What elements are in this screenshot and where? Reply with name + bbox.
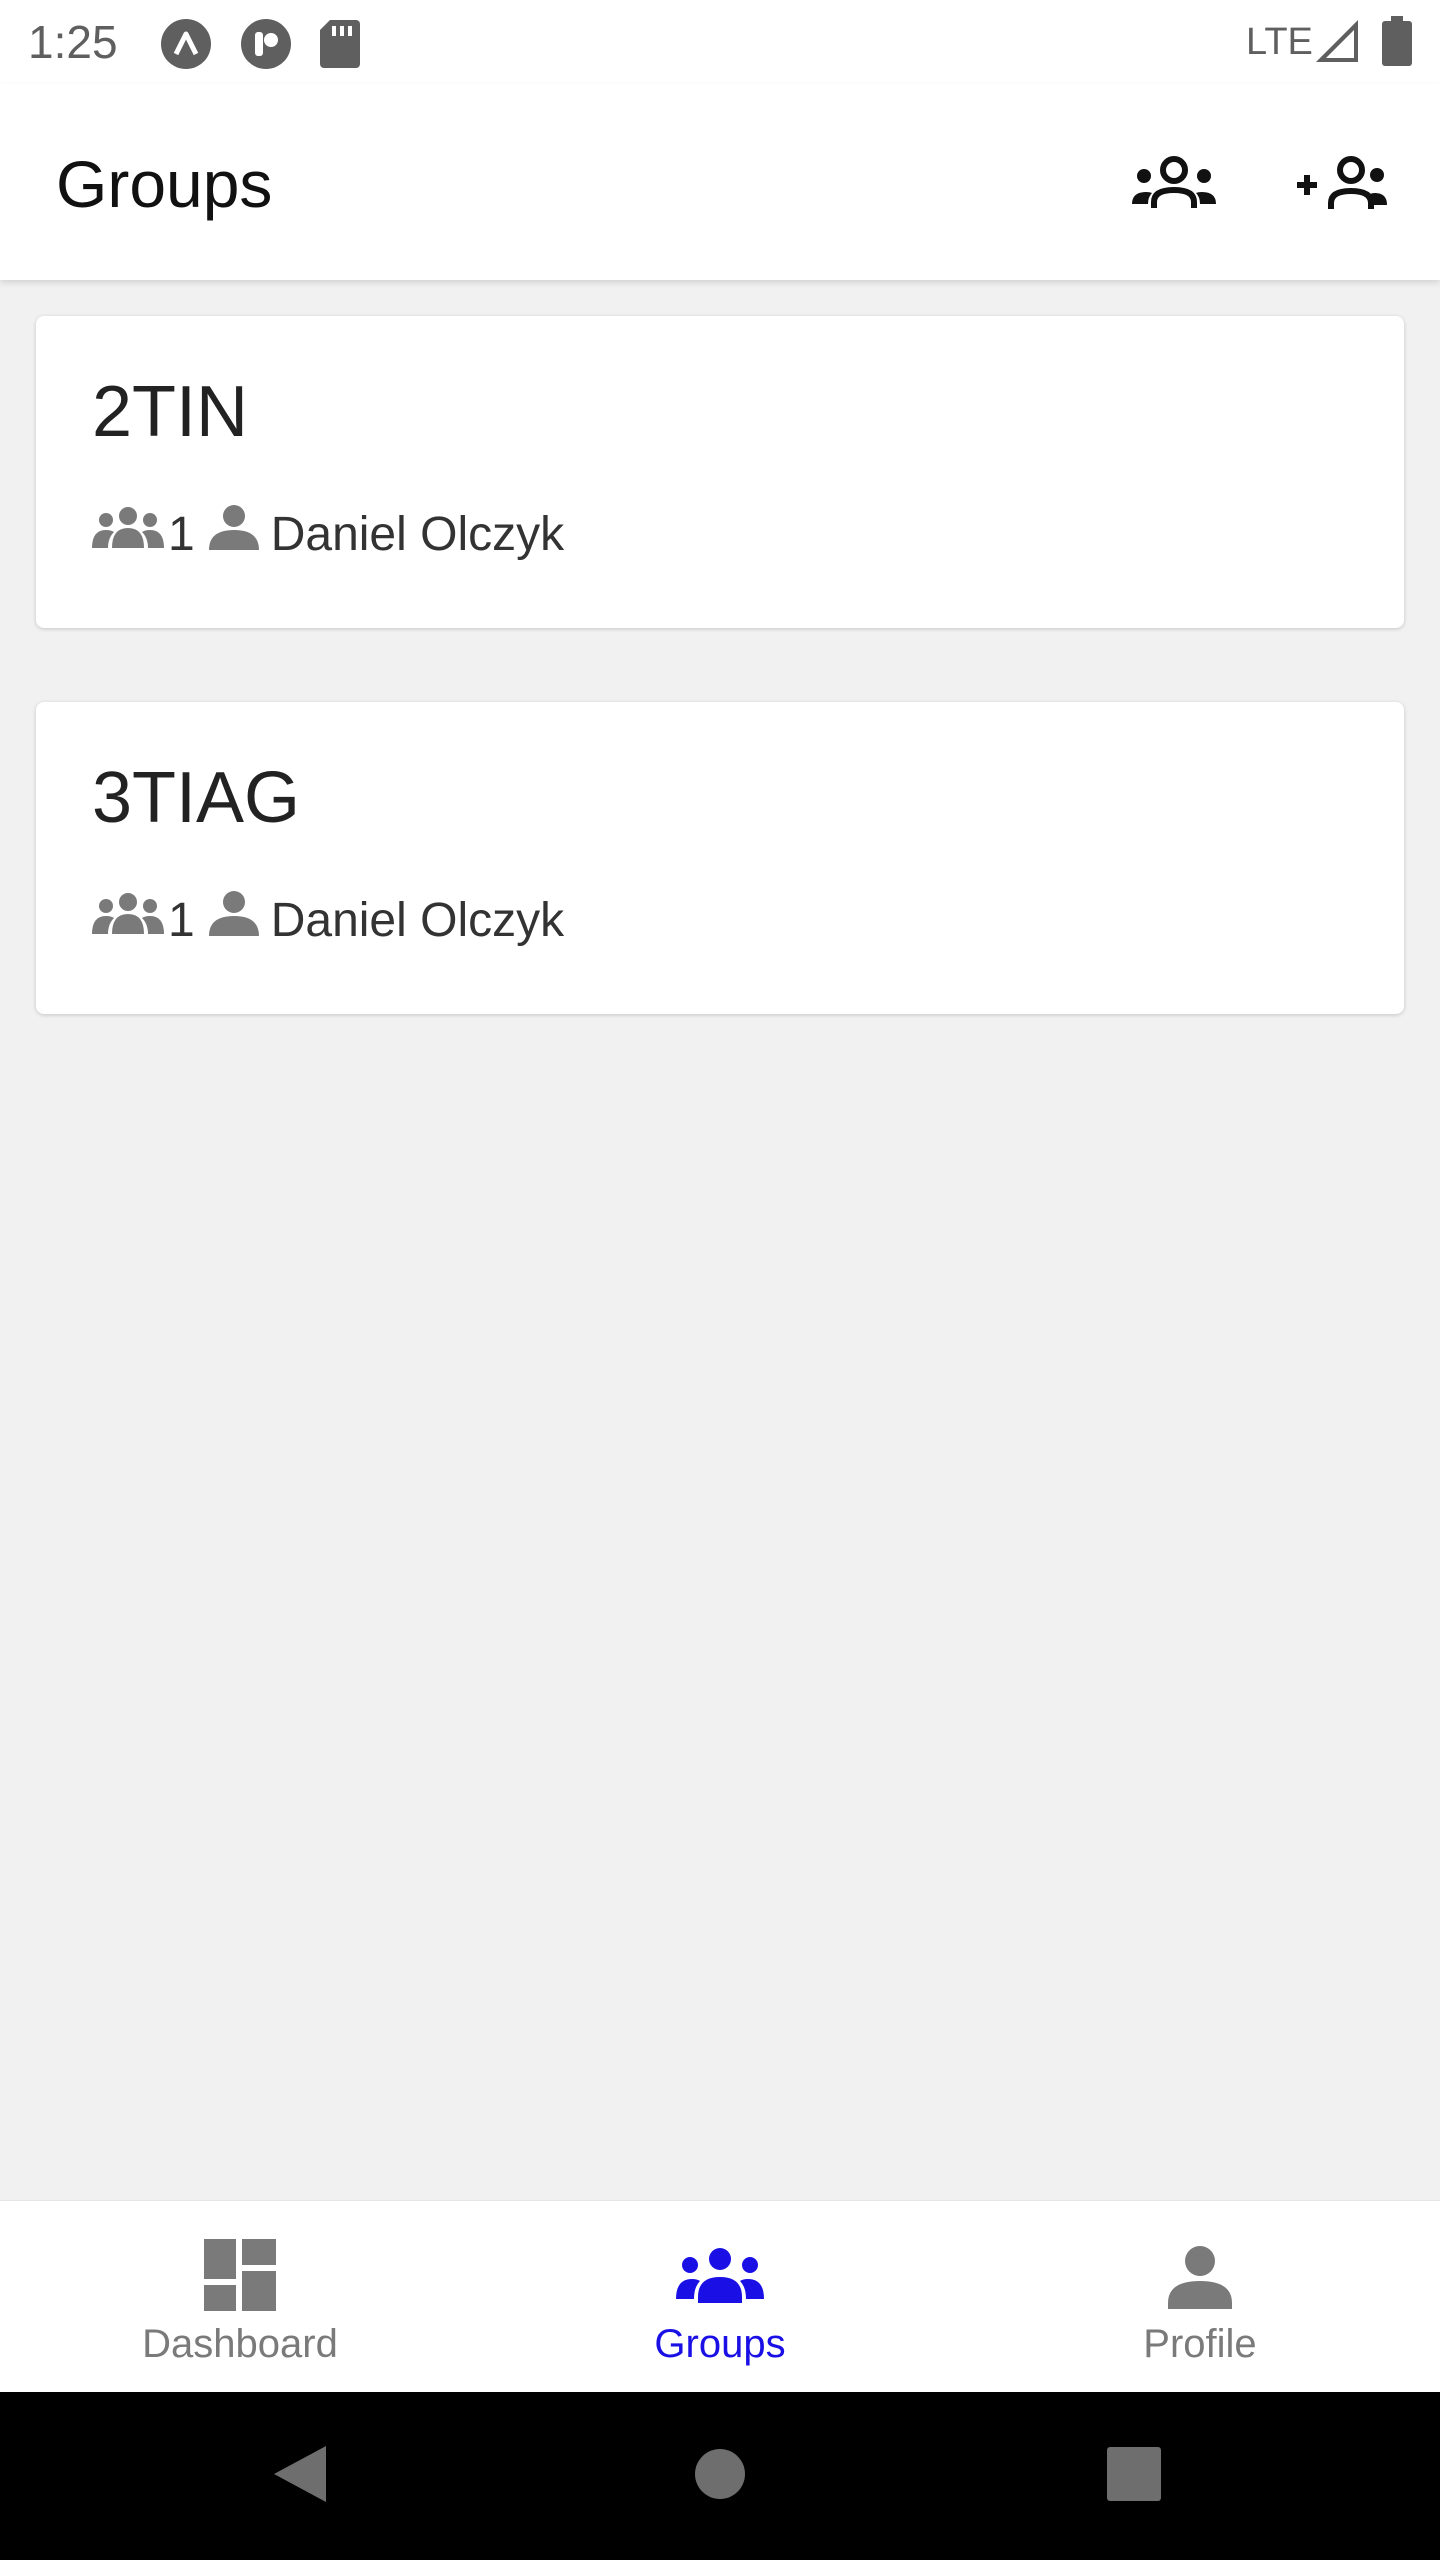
nav-item-dashboard[interactable]: Dashboard xyxy=(0,2201,480,2393)
app-circle-icon xyxy=(240,18,292,70)
signal-icon xyxy=(1314,18,1366,70)
group-list: 2TIN 1 Daniel Olczyk 3TIAG 1 Daniel Olcz… xyxy=(36,316,1404,1088)
nav-item-groups[interactable]: Groups xyxy=(480,2201,960,2393)
member-count: 1 xyxy=(168,507,195,561)
battery-icon xyxy=(1382,16,1434,68)
groups-screen: 1:25 LTE Groups 2TIN 1 Daniel Olczyk 3TI… xyxy=(0,0,1440,2560)
owner-name: Daniel Olczyk xyxy=(270,507,565,561)
group-name: 3TIAG xyxy=(92,758,301,838)
network-type: LTE xyxy=(1246,21,1313,63)
sd-card-icon xyxy=(318,18,370,70)
nav-label: Profile xyxy=(1143,2322,1257,2366)
recents-icon xyxy=(1107,2446,1161,2506)
home-icon xyxy=(694,2448,746,2505)
group-meta: 1 Daniel Olczyk xyxy=(92,888,564,952)
nav-label: Groups xyxy=(654,2322,786,2366)
owner-name: Daniel Olczyk xyxy=(270,893,565,947)
system-navigation-bar xyxy=(0,2392,1440,2560)
members-icon xyxy=(92,892,164,948)
person-icon xyxy=(208,890,259,950)
person-icon xyxy=(1168,2245,1232,2314)
add-group-icon xyxy=(1297,155,1387,218)
bottom-navigation: Dashboard Groups Profile xyxy=(0,2200,1440,2393)
back-button[interactable] xyxy=(260,2436,340,2516)
home-button[interactable] xyxy=(680,2436,760,2516)
add-group-button[interactable] xyxy=(1294,138,1390,234)
app-bar: Groups xyxy=(0,84,1440,280)
status-time: 1:25 xyxy=(28,16,118,68)
group-card[interactable]: 3TIAG 1 Daniel Olczyk xyxy=(36,702,1404,1014)
group-name: 2TIN xyxy=(92,372,249,452)
nav-label: Dashboard xyxy=(142,2322,338,2366)
app-circle-icon xyxy=(160,18,212,70)
nav-item-profile[interactable]: Profile xyxy=(960,2201,1440,2393)
group-card[interactable]: 2TIN 1 Daniel Olczyk xyxy=(36,316,1404,628)
members-icon xyxy=(92,506,164,562)
person-icon xyxy=(208,504,259,564)
group-meta: 1 Daniel Olczyk xyxy=(92,502,564,566)
groups-icon xyxy=(1130,155,1218,217)
groups-icon xyxy=(676,2247,764,2308)
status-bar: 1:25 LTE xyxy=(0,0,1440,84)
member-count: 1 xyxy=(168,893,195,947)
recents-button[interactable] xyxy=(1094,2436,1174,2516)
page-title: Groups xyxy=(56,147,273,221)
dashboard-icon xyxy=(204,2239,276,2316)
back-icon xyxy=(272,2444,328,2509)
groups-button[interactable] xyxy=(1126,138,1222,234)
